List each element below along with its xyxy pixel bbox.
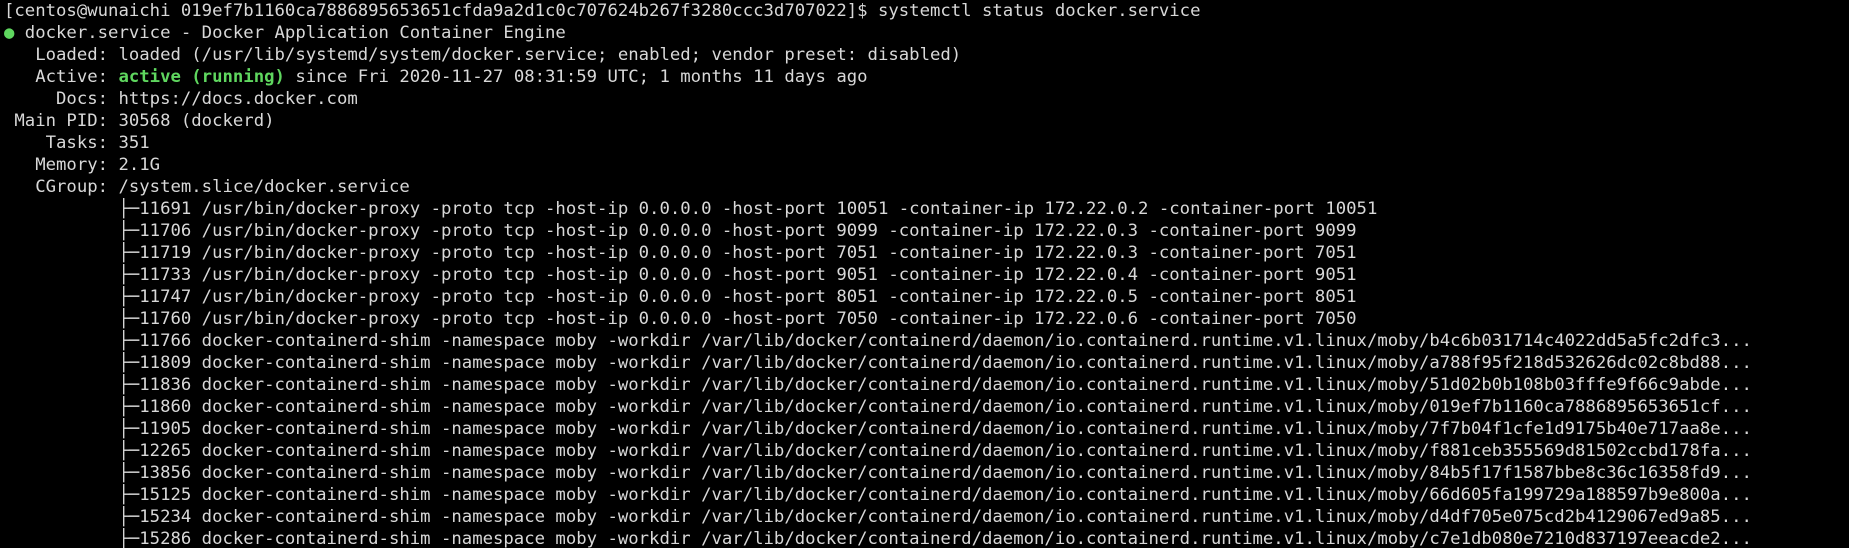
loaded-value: loaded (/usr/lib/systemd/system/docker.s… xyxy=(118,45,962,65)
cgroup-process-line: ├─15286 docker-containerd-shim -namespac… xyxy=(4,529,1752,548)
active-label: Active: xyxy=(4,67,119,87)
docs-link[interactable]: https://docs.docker.com xyxy=(118,89,357,109)
cgroup-process-line: ├─11719 /usr/bin/docker-proxy -proto tcp… xyxy=(4,243,1357,263)
cgroup-process-line: ├─15234 docker-containerd-shim -namespac… xyxy=(4,507,1752,527)
cgroup-process-line: ├─11691 /usr/bin/docker-proxy -proto tcp… xyxy=(4,199,1378,219)
memory-label: Memory: xyxy=(4,155,119,175)
cgroup-label: CGroup: xyxy=(4,177,119,197)
cgroup-process-line: ├─12265 docker-containerd-shim -namespac… xyxy=(4,441,1752,461)
mainpid-line: Main PID: 30568 (dockerd) xyxy=(4,110,1849,132)
unit-title: docker.service - Docker Application Cont… xyxy=(14,23,566,43)
tasks-label: Tasks: xyxy=(4,133,119,153)
cgroup-process-line: ├─11860 docker-containerd-shim -namespac… xyxy=(4,397,1752,417)
cgroup-process-line: ├─13856 docker-containerd-shim -namespac… xyxy=(4,463,1752,483)
unit-title-line: ● docker.service - Docker Application Co… xyxy=(4,22,1849,44)
mainpid-value: 30568 (dockerd) xyxy=(118,111,275,131)
tasks-line: Tasks: 351 xyxy=(4,132,1849,154)
cgroup-process-line: ├─15125 docker-containerd-shim -namespac… xyxy=(4,485,1752,505)
tasks-value: 351 xyxy=(118,133,150,153)
cgroup-process-line: ├─11747 /usr/bin/docker-proxy -proto tcp… xyxy=(4,287,1357,307)
active-state-badge: active (running) xyxy=(118,67,285,87)
cgroup-process-line: ├─11905 docker-containerd-shim -namespac… xyxy=(4,419,1752,439)
docs-line: Docs: https://docs.docker.com xyxy=(4,88,1849,110)
cgroup-line: CGroup: /system.slice/docker.service xyxy=(4,176,1849,198)
loaded-label: Loaded: xyxy=(4,45,119,65)
command-prompt-line: [centos@wunaichi 019ef7b1160ca7886895653… xyxy=(4,1,1201,21)
cgroup-process-line: ├─11706 /usr/bin/docker-proxy -proto tcp… xyxy=(4,221,1357,241)
cgroup-process-line: ├─11733 /usr/bin/docker-proxy -proto tcp… xyxy=(4,265,1357,285)
cgroup-process-line: ├─11766 docker-containerd-shim -namespac… xyxy=(4,331,1752,351)
terminal-window[interactable]: [centos@wunaichi 019ef7b1160ca7886895653… xyxy=(0,0,1849,548)
cgroup-process-line: ├─11809 docker-containerd-shim -namespac… xyxy=(4,353,1752,373)
docs-label: Docs: xyxy=(4,89,119,109)
mainpid-label: Main PID: xyxy=(4,111,119,131)
active-line: Active: active (running) since Fri 2020-… xyxy=(4,66,1849,88)
memory-value: 2.1G xyxy=(118,155,161,175)
cgroup-process-line: ├─11836 docker-containerd-shim -namespac… xyxy=(4,375,1752,395)
cgroup-value: /system.slice/docker.service xyxy=(118,177,410,197)
status-dot-icon: ● xyxy=(4,23,15,43)
cgroup-process-line: ├─11760 /usr/bin/docker-proxy -proto tcp… xyxy=(4,309,1357,329)
loaded-line: Loaded: loaded (/usr/lib/systemd/system/… xyxy=(4,44,1849,66)
memory-line: Memory: 2.1G xyxy=(4,154,1849,176)
active-since: since Fri 2020-11-27 08:31:59 UTC; 1 mon… xyxy=(284,67,868,87)
